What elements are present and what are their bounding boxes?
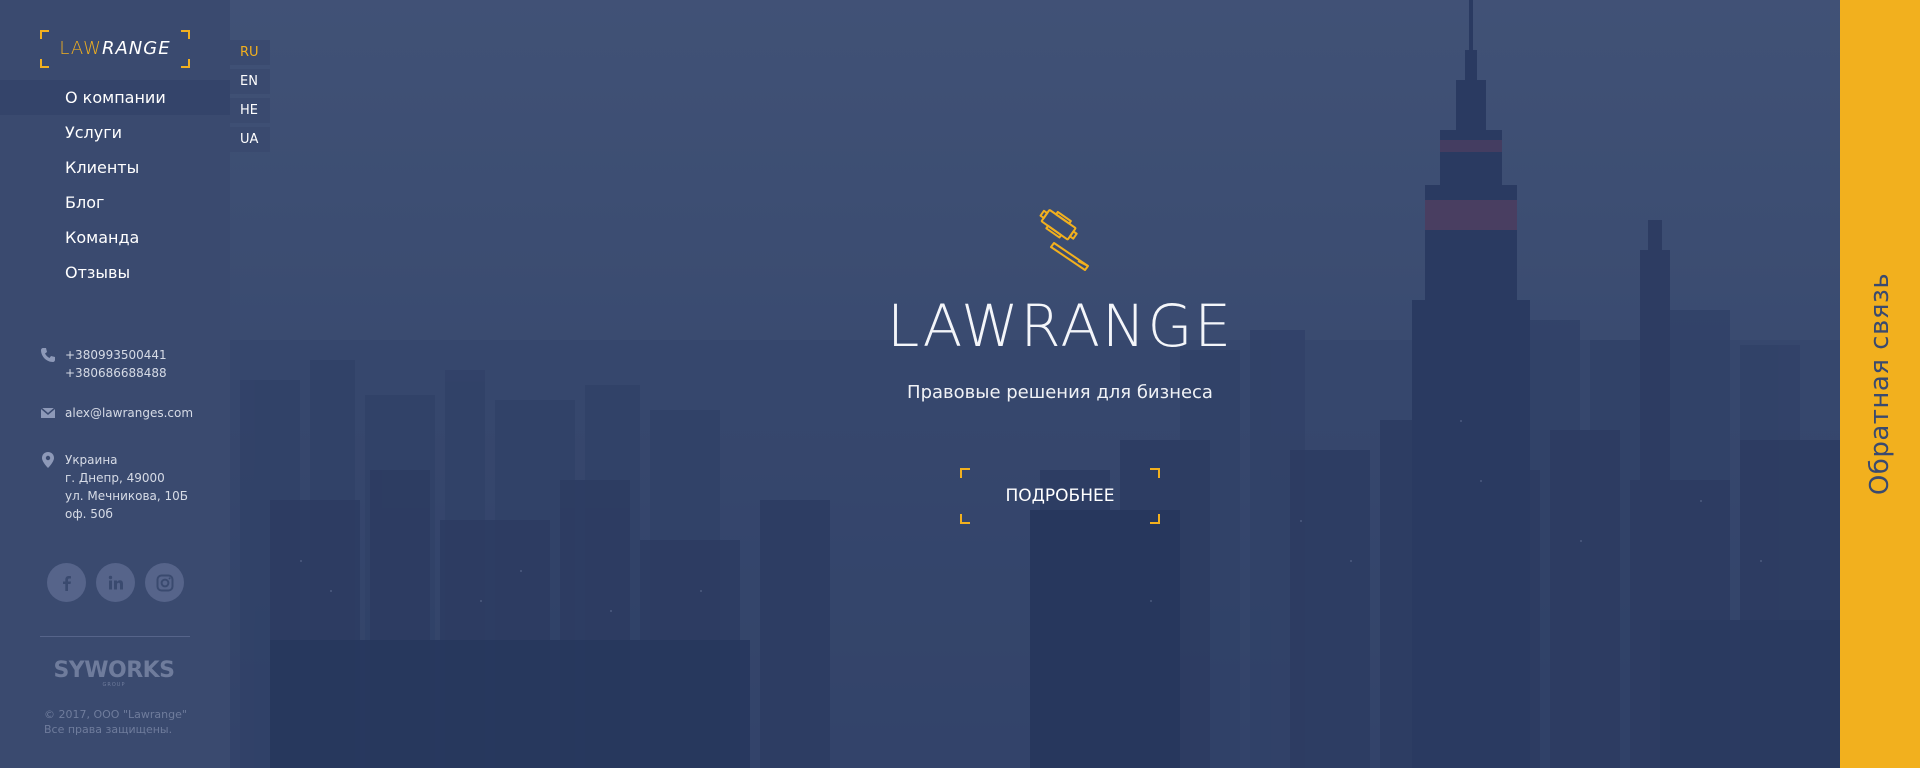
- linkedin-button[interactable]: [96, 563, 135, 602]
- sidebar-divider: [40, 636, 190, 637]
- nav-item-team[interactable]: Команда: [0, 220, 230, 255]
- logo-law-text: LAW: [59, 38, 102, 59]
- instagram-button[interactable]: [145, 563, 184, 602]
- logo-range-text: RANGE: [101, 38, 171, 59]
- language-switcher: RU EN HE UA: [230, 40, 270, 156]
- email[interactable]: alex@lawranges.com: [65, 404, 220, 422]
- svg-text:GROUP: GROUP: [103, 682, 126, 688]
- phone-contact: +380993500441 +380686688488: [40, 346, 220, 382]
- copyright-line-1: © 2017, ООО "Lawrange": [44, 708, 187, 721]
- more-button-label: ПОДРОБНЕЕ: [1005, 486, 1115, 506]
- instagram-icon: [156, 574, 173, 591]
- svg-text:SYWORKS: SYWORKS: [53, 658, 174, 683]
- contacts: +380993500441 +380686688488 alex@lawrang…: [40, 346, 220, 523]
- social-links: [47, 563, 184, 602]
- nav-item-about[interactable]: О компании: [0, 80, 230, 115]
- address-line-1: Украина: [65, 453, 118, 467]
- syworks-logo[interactable]: SYWORKS GROUP: [46, 655, 182, 689]
- phone-icon: [41, 348, 55, 362]
- copyright: © 2017, ООО "Lawrange" Все права защищен…: [44, 707, 187, 737]
- lang-ua[interactable]: UA: [230, 127, 270, 152]
- nav-item-reviews[interactable]: Отзывы: [0, 255, 230, 290]
- lang-ru[interactable]: RU: [230, 40, 270, 65]
- logo[interactable]: LAWRANGE: [40, 30, 190, 68]
- phone-2[interactable]: +380686688488: [65, 364, 220, 382]
- sidebar: LAWRANGE О компании Услуги Клиенты Блог …: [0, 0, 230, 768]
- address-line-4: оф. 50б: [65, 507, 113, 521]
- gavel-icon: [1039, 209, 1089, 271]
- hero-subtitle: Правовые решения для бизнеса: [907, 382, 1213, 403]
- lang-he[interactable]: HE: [230, 98, 270, 123]
- feedback-label: Обратная связь: [1865, 272, 1895, 496]
- facebook-icon: [62, 575, 71, 591]
- lang-en[interactable]: EN: [230, 69, 270, 94]
- nav-item-blog[interactable]: Блог: [0, 185, 230, 220]
- address-line-3: ул. Мечникова, 10Б: [65, 489, 189, 503]
- copyright-line-2: Все права защищены.: [44, 723, 173, 736]
- hero: LAWRANGE Правовые решения для бизнеса ПО…: [780, 205, 1340, 524]
- hero-title: LAWRANGE: [886, 292, 1234, 360]
- address-line-2: г. Днепр, 49000: [65, 471, 165, 485]
- address-contact: Украина г. Днепр, 49000 ул. Мечникова, 1…: [40, 451, 220, 523]
- mail-icon: [40, 407, 56, 418]
- linkedin-icon: [108, 575, 123, 589]
- location-pin-icon: [42, 452, 54, 468]
- main-nav: О компании Услуги Клиенты Блог Команда О…: [0, 80, 230, 290]
- nav-item-services[interactable]: Услуги: [0, 115, 230, 150]
- nav-item-clients[interactable]: Клиенты: [0, 150, 230, 185]
- phone-1[interactable]: +380993500441: [65, 346, 220, 364]
- email-contact: alex@lawranges.com: [40, 404, 220, 422]
- facebook-button[interactable]: [47, 563, 86, 602]
- more-button[interactable]: ПОДРОБНЕЕ: [960, 468, 1160, 524]
- feedback-panel[interactable]: Обратная связь: [1840, 0, 1920, 768]
